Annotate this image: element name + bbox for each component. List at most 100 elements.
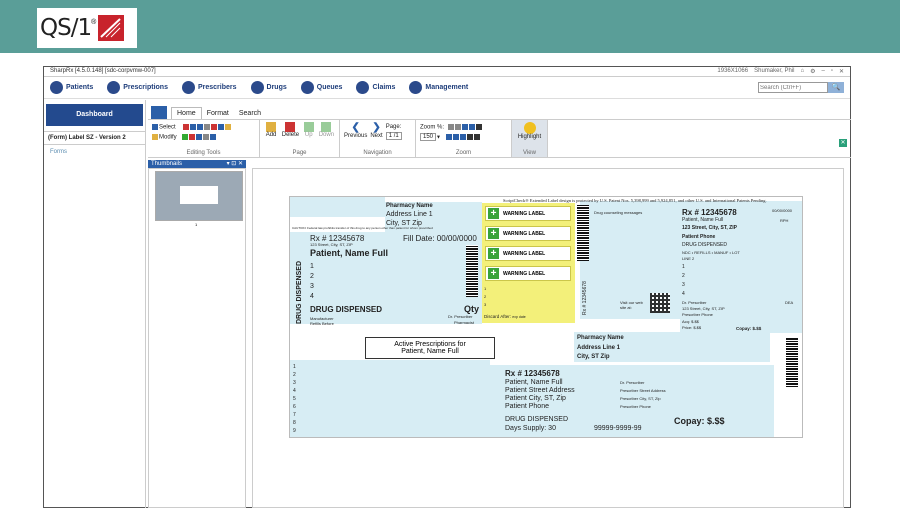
window-title: SharpRx [4.5.0.148] [sdc-corpvmw-007] bbox=[50, 68, 156, 74]
logo-registered: ® bbox=[91, 18, 97, 26]
rotate-icon[interactable] bbox=[466, 133, 473, 140]
nav-label: Prescriptions bbox=[123, 84, 168, 91]
lightbulb-icon bbox=[523, 122, 536, 134]
pharmacy-address-2: Address Line 1 bbox=[577, 345, 621, 351]
select-button[interactable]: Select bbox=[159, 125, 176, 131]
bottom-ndc: 99999-9999-99 bbox=[594, 425, 642, 432]
history-line-4: 4 bbox=[293, 388, 296, 394]
tab-home[interactable]: Home bbox=[171, 107, 202, 119]
page-view-icon[interactable] bbox=[459, 133, 466, 140]
copay-small: Copay: $.$$ bbox=[736, 326, 762, 331]
format-icon[interactable] bbox=[211, 124, 218, 130]
delete-button[interactable]: Delete bbox=[281, 122, 300, 138]
zoom-out-icon[interactable] bbox=[454, 124, 461, 130]
zoom-in-icon[interactable] bbox=[447, 124, 454, 130]
modify-button[interactable]: Modify bbox=[159, 134, 177, 140]
nav-label: Drugs bbox=[266, 84, 287, 91]
close-panel-icon[interactable]: ✕ bbox=[839, 139, 847, 147]
nav-prescriptions[interactable]: Prescriptions bbox=[107, 81, 168, 94]
document-canvas: ScriptCheck® Extended Label design is pr… bbox=[252, 168, 844, 508]
format-icon[interactable] bbox=[183, 124, 190, 130]
fit-icon[interactable] bbox=[468, 124, 475, 130]
bottom-dr-prescriber: Dr. Prescriber bbox=[620, 380, 645, 385]
nav-claims[interactable]: Claims bbox=[356, 81, 395, 94]
rotate-icon[interactable] bbox=[473, 133, 480, 140]
nav-drugs[interactable]: Drugs bbox=[250, 81, 287, 94]
page-input[interactable]: 1 /1 bbox=[385, 132, 402, 140]
pharmacist: Pharmacist bbox=[454, 320, 475, 325]
draw-icon[interactable] bbox=[196, 133, 203, 140]
draw-icon[interactable] bbox=[203, 133, 210, 140]
highlight-label: Highlight bbox=[517, 134, 542, 140]
pin-icon[interactable]: ▾ ⊡ ✕ bbox=[227, 160, 243, 168]
search-input[interactable] bbox=[758, 82, 828, 93]
user-name[interactable]: Shumaker, Phil bbox=[754, 68, 794, 75]
page-view-icon[interactable] bbox=[445, 133, 452, 140]
up-icon bbox=[303, 122, 314, 132]
page-thumbnail[interactable] bbox=[155, 171, 243, 221]
sig-num-2: 2 bbox=[484, 294, 487, 299]
previous-button[interactable]: ❮ Previous bbox=[344, 122, 367, 139]
draw-icon[interactable] bbox=[189, 133, 196, 140]
draw-icon[interactable] bbox=[182, 133, 189, 140]
claims-icon bbox=[356, 81, 370, 94]
warning-label-4[interactable]: + WARNING LABEL bbox=[485, 266, 571, 281]
format-icon[interactable] bbox=[218, 124, 225, 130]
down-icon bbox=[321, 122, 332, 132]
next-button[interactable]: ❯ Next bbox=[370, 122, 382, 139]
close-icon[interactable]: ✕ bbox=[839, 68, 844, 75]
draw-icon[interactable] bbox=[210, 133, 217, 140]
maximize-icon[interactable]: ▫ bbox=[831, 68, 833, 75]
format-icon[interactable] bbox=[190, 124, 197, 130]
nav-management[interactable]: Management bbox=[409, 81, 468, 94]
form-title[interactable]: (Form) Label SZ - Version 2 bbox=[44, 131, 145, 145]
format-icon[interactable] bbox=[204, 124, 211, 130]
right-sig-3: 3 bbox=[682, 282, 685, 288]
history-line-9: 9 bbox=[293, 428, 296, 434]
right-dr-prescriber: Dr. Prescriber bbox=[682, 300, 707, 305]
page-view-icon[interactable] bbox=[452, 133, 459, 140]
zoom-select[interactable]: 150 bbox=[420, 133, 437, 142]
select-icon bbox=[152, 124, 158, 130]
chevron-down-icon[interactable]: ▼ bbox=[436, 134, 441, 140]
format-icon[interactable] bbox=[225, 124, 232, 130]
pharmacy-name: Pharmacy Name bbox=[386, 203, 433, 209]
fit-icon[interactable] bbox=[461, 124, 468, 130]
price: Price: $.$$ bbox=[682, 325, 702, 330]
bottom-days-supply: Days Supply: 30 bbox=[505, 425, 556, 432]
warning-text: WARNING LABEL bbox=[503, 210, 546, 217]
bottom-patient-phone: Patient Phone bbox=[505, 403, 549, 410]
rx-vertical: Rx # 12345678 bbox=[582, 281, 588, 315]
left-panel: Dashboard (Form) Label SZ - Version 2 Fo… bbox=[44, 100, 146, 508]
tab-format[interactable]: Format bbox=[202, 108, 234, 119]
home-icon[interactable]: ⌂ bbox=[800, 68, 804, 75]
search-icon[interactable]: 🔍 bbox=[828, 82, 844, 93]
nav-patients[interactable]: Patients bbox=[50, 81, 93, 94]
previous-label: Previous bbox=[344, 133, 368, 139]
dea: DEA bbox=[785, 300, 794, 305]
add-button[interactable]: Add bbox=[264, 122, 278, 138]
settings-icon[interactable]: ⚙ bbox=[810, 68, 815, 75]
file-menu-icon[interactable] bbox=[151, 106, 167, 119]
forms-link[interactable]: Forms bbox=[44, 145, 145, 159]
highlight-button[interactable]: Highlight bbox=[516, 122, 543, 140]
minimize-icon[interactable]: – bbox=[821, 68, 824, 75]
label-field bbox=[290, 197, 385, 217]
active-name: Patient, Name Full bbox=[401, 348, 459, 355]
down-label: Down bbox=[318, 132, 335, 138]
nav-queues[interactable]: Queues bbox=[300, 81, 342, 94]
up-button[interactable]: Up bbox=[303, 122, 315, 138]
down-button[interactable]: Down bbox=[318, 122, 335, 138]
tab-search[interactable]: Search bbox=[234, 108, 266, 119]
warning-label-2[interactable]: + WARNING LABEL bbox=[485, 226, 571, 241]
warning-label-3[interactable]: + WARNING LABEL bbox=[485, 246, 571, 261]
eye-icon[interactable] bbox=[475, 124, 482, 130]
label-form[interactable]: ScriptCheck® Extended Label design is pr… bbox=[289, 196, 803, 438]
bottom-drug: DRUG DISPENSED bbox=[505, 416, 569, 423]
dashboard-button[interactable]: Dashboard bbox=[46, 104, 143, 126]
nav-prescribers[interactable]: Prescribers bbox=[181, 81, 237, 94]
history-line-1: 1 bbox=[293, 364, 296, 370]
warning-label-1[interactable]: + WARNING LABEL bbox=[485, 206, 571, 221]
format-icon[interactable] bbox=[197, 124, 204, 130]
bottom-rx-number: Rx # 12345678 bbox=[505, 369, 560, 378]
